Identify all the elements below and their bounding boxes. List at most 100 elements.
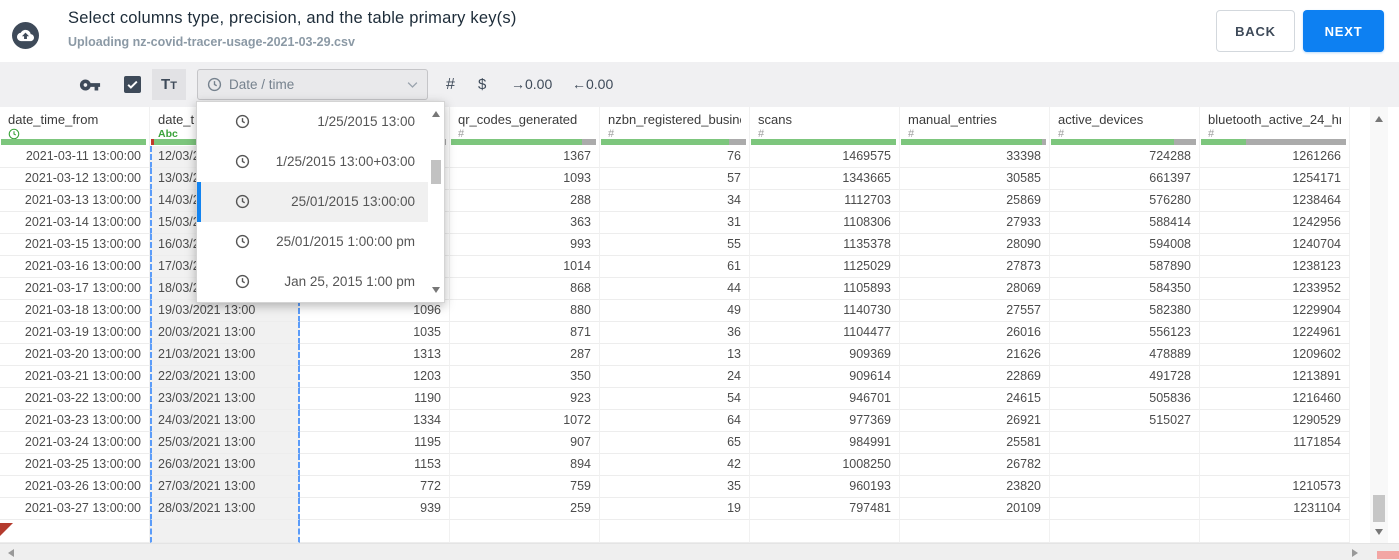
- table-cell[interactable]: 576280: [1050, 190, 1200, 212]
- table-cell[interactable]: 25/03/2021 13:00: [150, 432, 300, 454]
- table-cell[interactable]: 34: [600, 190, 750, 212]
- table-cell[interactable]: 20109: [900, 498, 1050, 520]
- table-cell[interactable]: 1261266: [1200, 146, 1350, 168]
- table-cell[interactable]: 505836: [1050, 388, 1200, 410]
- table-cell[interactable]: 49: [600, 300, 750, 322]
- table-cell[interactable]: 984991: [750, 432, 900, 454]
- next-button[interactable]: NEXT: [1303, 10, 1384, 52]
- table-cell[interactable]: 2021-03-22 13:00:00: [0, 388, 150, 410]
- table-cell[interactable]: 2021-03-13 13:00:00: [0, 190, 150, 212]
- table-cell[interactable]: 1216460: [1200, 388, 1350, 410]
- table-cell[interactable]: 491728: [1050, 366, 1200, 388]
- column-header-bluetooth_active_24_hr_[interactable]: bluetooth_active_24_hr_ #: [1200, 107, 1350, 146]
- table-cell[interactable]: 21626: [900, 344, 1050, 366]
- column-header-date_time_from[interactable]: date_time_from: [0, 107, 150, 146]
- table-cell[interactable]: 27933: [900, 212, 1050, 234]
- table-cell[interactable]: 57: [600, 168, 750, 190]
- scroll-up-icon[interactable]: [1375, 116, 1383, 122]
- table-cell[interactable]: 1231104: [1200, 498, 1350, 520]
- table-cell[interactable]: 946701: [750, 388, 900, 410]
- table-cell[interactable]: 22869: [900, 366, 1050, 388]
- table-cell[interactable]: 1195: [300, 432, 450, 454]
- format-option[interactable]: 1/25/2015 13:00: [197, 102, 444, 142]
- table-cell[interactable]: 28090: [900, 234, 1050, 256]
- table-cell[interactable]: 1135378: [750, 234, 900, 256]
- table-cell[interactable]: 2021-03-23 13:00:00: [0, 410, 150, 432]
- column-header-qr_codes_generated[interactable]: qr_codes_generated #: [450, 107, 600, 146]
- scroll-up-icon[interactable]: [432, 111, 440, 117]
- table-cell[interactable]: 33398: [900, 146, 1050, 168]
- table-cell[interactable]: [1050, 454, 1200, 476]
- table-cell[interactable]: 515027: [1050, 410, 1200, 432]
- table-cell[interactable]: [1200, 454, 1350, 476]
- table-cell[interactable]: 724288: [1050, 146, 1200, 168]
- table-cell[interactable]: 1125029: [750, 256, 900, 278]
- table-cell[interactable]: 2021-03-20 13:00:00: [0, 344, 150, 366]
- table-cell[interactable]: 65: [600, 432, 750, 454]
- text-type-button[interactable]: Tt: [152, 69, 186, 100]
- table-cell[interactable]: 880: [450, 300, 600, 322]
- column-header-nzbn_registered_busine[interactable]: nzbn_registered_busine #: [600, 107, 750, 146]
- table-cell[interactable]: 1213891: [1200, 366, 1350, 388]
- table-cell[interactable]: 1209602: [1200, 344, 1350, 366]
- table-cell[interactable]: 19/03/2021 13:00: [150, 300, 300, 322]
- table-cell[interactable]: 1224961: [1200, 322, 1350, 344]
- table-cell[interactable]: 27557: [900, 300, 1050, 322]
- table-cell[interactable]: 993: [450, 234, 600, 256]
- table-cell[interactable]: 2021-03-26 13:00:00: [0, 476, 150, 498]
- table-cell[interactable]: 1242956: [1200, 212, 1350, 234]
- table-cell[interactable]: 587890: [1050, 256, 1200, 278]
- table-cell[interactable]: 907: [450, 432, 600, 454]
- table-cell[interactable]: 759: [450, 476, 600, 498]
- scroll-right-icon[interactable]: [1352, 549, 1358, 557]
- table-cell[interactable]: 64: [600, 410, 750, 432]
- dropdown-scroll-thumb[interactable]: [431, 160, 441, 184]
- table-cell[interactable]: 30585: [900, 168, 1050, 190]
- primary-key-icon[interactable]: [79, 74, 101, 101]
- table-cell[interactable]: 24: [600, 366, 750, 388]
- table-cell[interactable]: 1190: [300, 388, 450, 410]
- table-cell[interactable]: 2021-03-12 13:00:00: [0, 168, 150, 190]
- table-cell[interactable]: 2021-03-17 13:00:00: [0, 278, 150, 300]
- table-cell[interactable]: 2021-03-18 13:00:00: [0, 300, 150, 322]
- decrease-decimals-button[interactable]: ←0.00: [572, 62, 613, 107]
- increase-decimals-button[interactable]: →0.00: [511, 62, 552, 107]
- table-cell[interactable]: 1233952: [1200, 278, 1350, 300]
- dropdown-scrollbar[interactable]: [428, 102, 444, 302]
- table-cell[interactable]: 909614: [750, 366, 900, 388]
- table-cell[interactable]: 61: [600, 256, 750, 278]
- table-cell[interactable]: 1469575: [750, 146, 900, 168]
- table-cell[interactable]: 797481: [750, 498, 900, 520]
- table-cell[interactable]: 2021-03-25 13:00:00: [0, 454, 150, 476]
- table-cell[interactable]: 923: [450, 388, 600, 410]
- table-cell[interactable]: 20/03/2021 13:00: [150, 322, 300, 344]
- table-cell[interactable]: 28069: [900, 278, 1050, 300]
- table-cell[interactable]: 1072: [450, 410, 600, 432]
- table-cell[interactable]: 556123: [1050, 322, 1200, 344]
- format-option[interactable]: Jan 25, 2015 1:00 pm: [197, 262, 444, 302]
- table-cell[interactable]: 1035: [300, 322, 450, 344]
- table-cell[interactable]: 26016: [900, 322, 1050, 344]
- table-cell[interactable]: 31: [600, 212, 750, 234]
- table-cell[interactable]: 1290529: [1200, 410, 1350, 432]
- table-cell[interactable]: 1104477: [750, 322, 900, 344]
- table-cell[interactable]: 1334: [300, 410, 450, 432]
- table-cell[interactable]: 44: [600, 278, 750, 300]
- table-cell[interactable]: 2021-03-27 13:00:00: [0, 498, 150, 520]
- table-cell[interactable]: 26782: [900, 454, 1050, 476]
- table-cell[interactable]: [1050, 498, 1200, 520]
- table-cell[interactable]: 21/03/2021 13:00: [150, 344, 300, 366]
- column-header-scans[interactable]: scans #: [750, 107, 900, 146]
- table-cell[interactable]: 1254171: [1200, 168, 1350, 190]
- number-type-button[interactable]: #: [446, 62, 455, 107]
- table-cell[interactable]: 2021-03-15 13:00:00: [0, 234, 150, 256]
- table-cell[interactable]: 2021-03-24 13:00:00: [0, 432, 150, 454]
- table-cell[interactable]: 42: [600, 454, 750, 476]
- table-cell[interactable]: 54: [600, 388, 750, 410]
- table-cell[interactable]: 25869: [900, 190, 1050, 212]
- scroll-down-icon[interactable]: [1375, 529, 1383, 535]
- table-cell[interactable]: 1112703: [750, 190, 900, 212]
- table-cell[interactable]: 26921: [900, 410, 1050, 432]
- include-column-checkbox[interactable]: [124, 76, 141, 93]
- table-cell[interactable]: 363: [450, 212, 600, 234]
